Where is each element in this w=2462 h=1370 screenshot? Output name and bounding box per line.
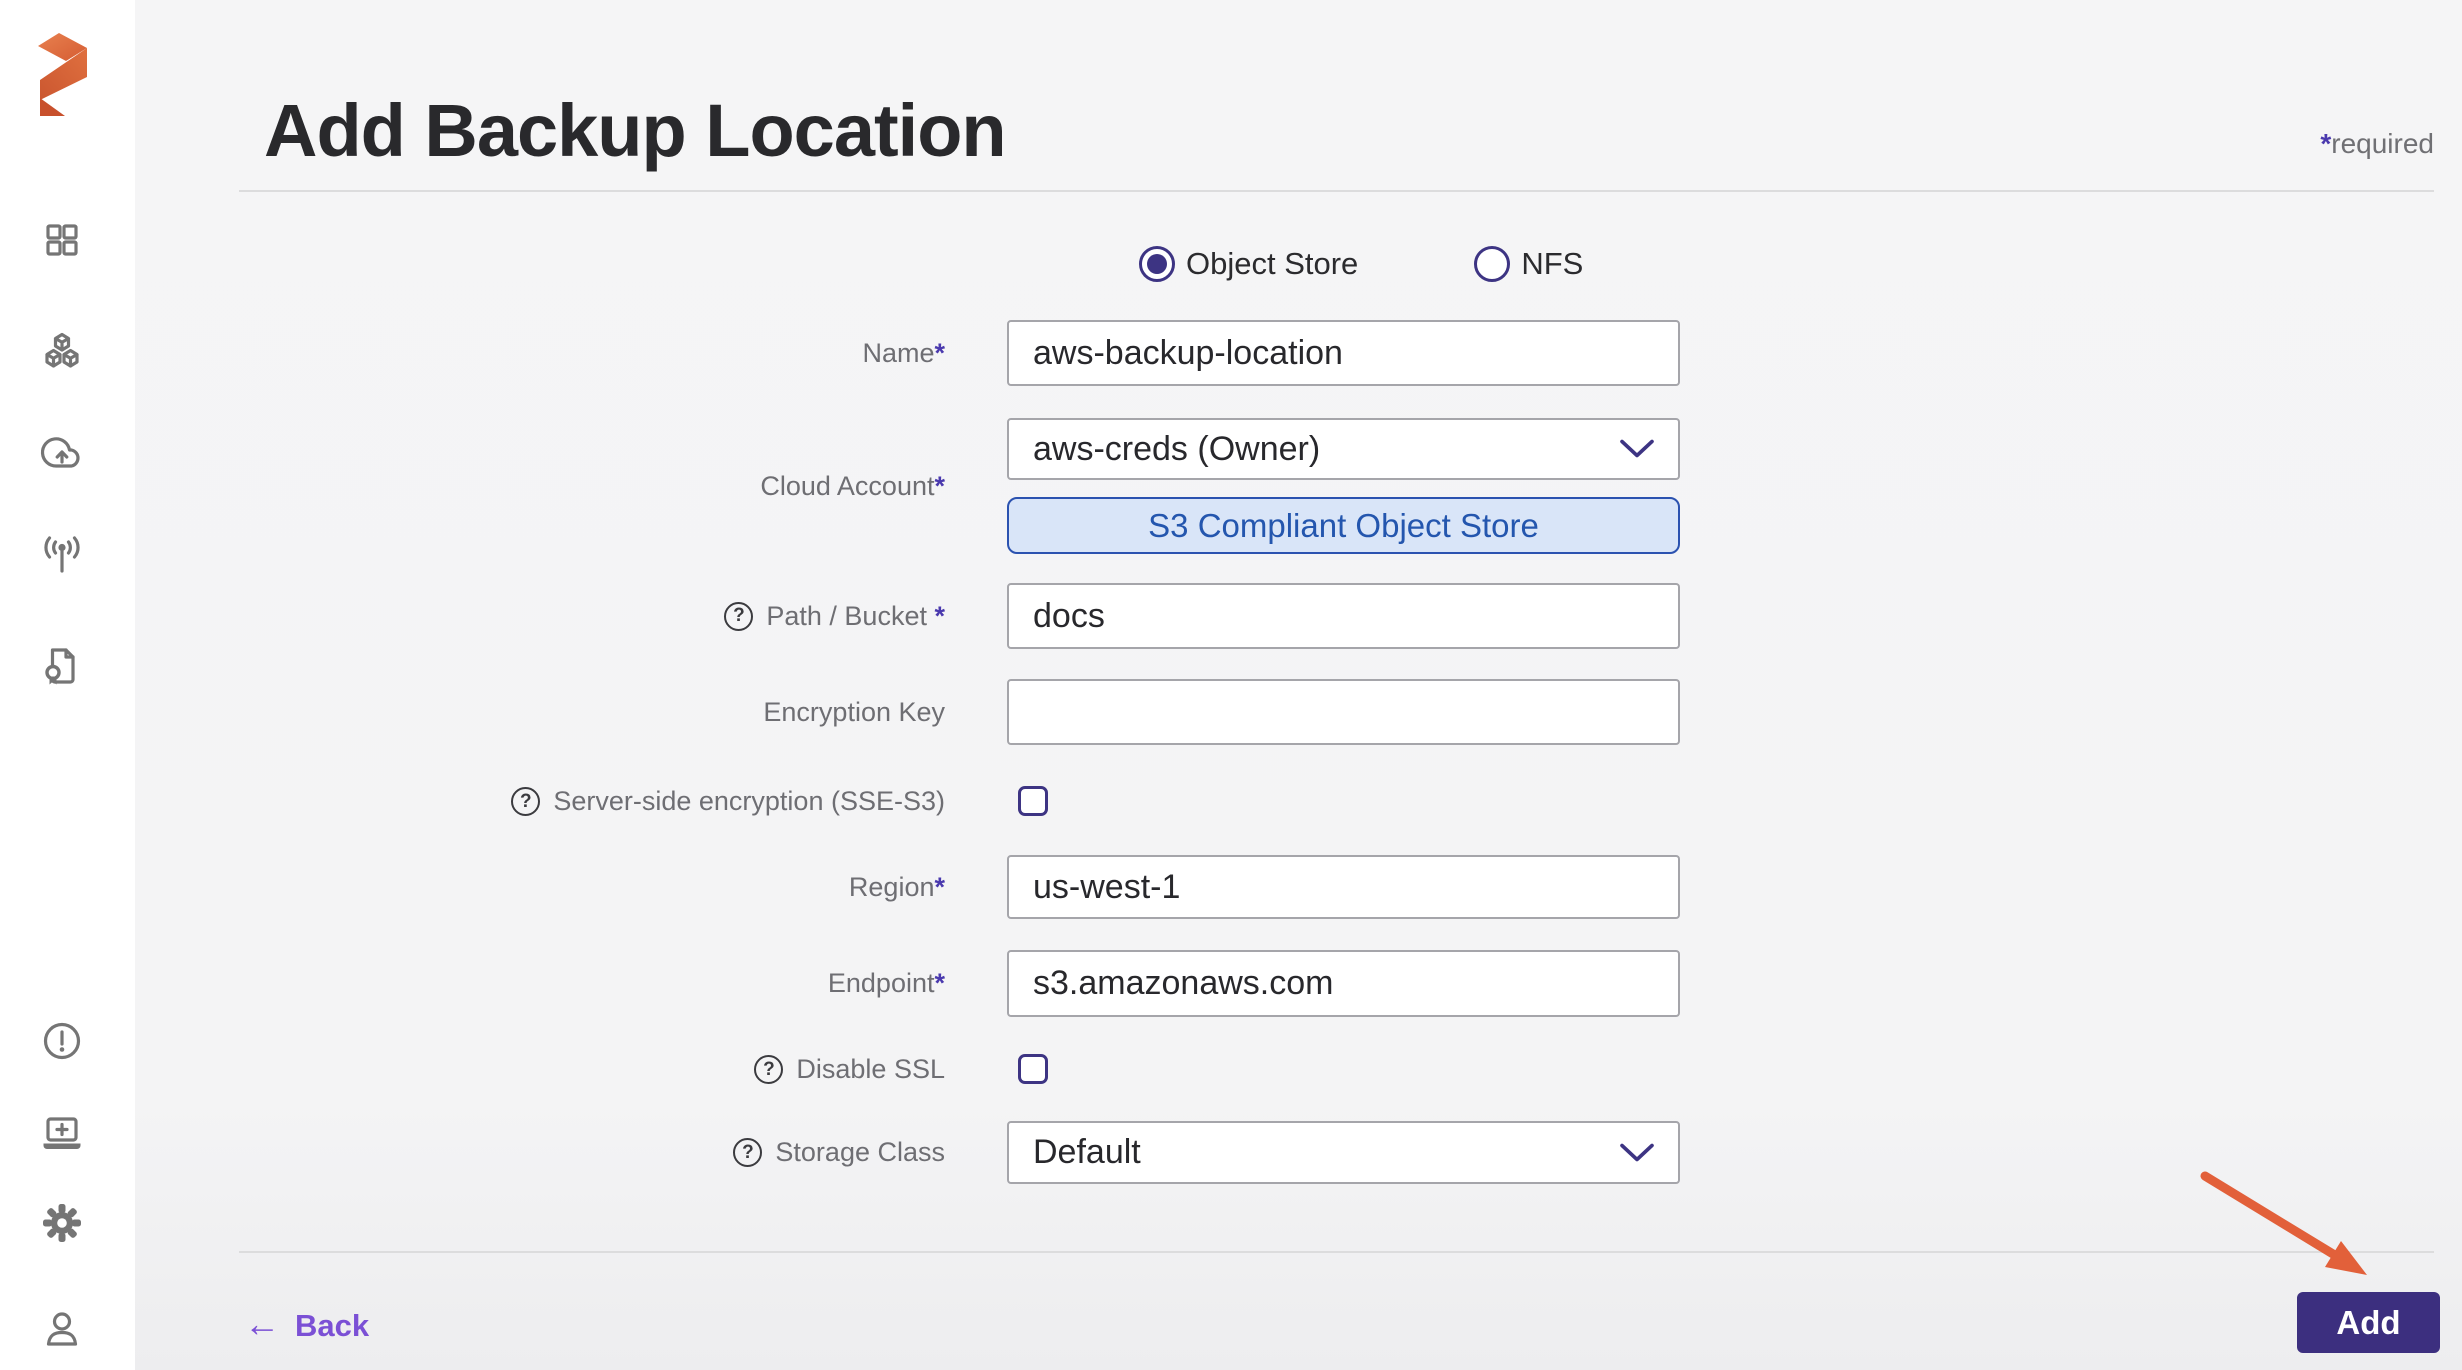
page-title: Add Backup Location <box>264 88 1006 173</box>
s3-compliant-object-store-button[interactable]: S3 Compliant Object Store <box>1007 497 1680 554</box>
nfs-radio[interactable] <box>1474 246 1510 282</box>
chevron-down-icon <box>1620 440 1654 459</box>
endpoint-input[interactable] <box>1007 950 1680 1017</box>
help-icon[interactable]: ? <box>754 1055 783 1084</box>
region-label: Region* <box>0 855 945 919</box>
path-bucket-label: ? Path / Bucket * <box>0 583 945 649</box>
disable-ssl-checkbox[interactable] <box>1018 1054 1048 1084</box>
cloud-account-value: aws-creds (Owner) <box>1033 430 1320 469</box>
location-type-selector: Object Store NFS <box>1139 246 1583 282</box>
path-bucket-input[interactable] <box>1007 583 1680 649</box>
kasten-logo-icon[interactable] <box>38 30 88 116</box>
encryption-key-input[interactable] <box>1007 679 1680 745</box>
add-button[interactable]: Add <box>2297 1292 2440 1353</box>
annotation-arrow-icon <box>2185 1162 2385 1292</box>
required-asterisk: * <box>2320 128 2331 159</box>
nfs-radio-label: NFS <box>1521 246 1583 282</box>
help-icon[interactable]: ? <box>733 1138 762 1167</box>
back-button[interactable]: ← Back <box>244 1308 369 1344</box>
add-backup-location-page: Add Backup Location *required Object Sto… <box>0 0 2462 1370</box>
dashboard-icon[interactable] <box>40 218 84 262</box>
storage-class-label: ? Storage Class <box>0 1121 945 1184</box>
chevron-down-icon <box>1620 1143 1654 1162</box>
header-divider <box>239 190 2434 192</box>
help-icon[interactable]: ? <box>724 602 753 631</box>
encryption-key-label: Encryption Key <box>0 679 945 745</box>
name-label: Name* <box>0 320 945 386</box>
sse-checkbox[interactable] <box>1018 786 1048 816</box>
object-store-radio-label: Object Store <box>1186 246 1358 282</box>
region-input[interactable] <box>1007 855 1680 919</box>
storage-class-value: Default <box>1033 1133 1141 1172</box>
cloud-account-label: Cloud Account* <box>0 418 945 554</box>
sse-label: ? Server-side encryption (SSE-S3) <box>0 786 945 817</box>
back-arrow-icon: ← <box>244 1306 280 1342</box>
cloud-account-dropdown[interactable]: aws-creds (Owner) <box>1007 418 1680 480</box>
user-profile-icon[interactable] <box>40 1307 84 1351</box>
back-label: Back <box>295 1308 369 1344</box>
required-note: *required <box>2320 128 2434 160</box>
help-icon[interactable]: ? <box>511 787 540 816</box>
settings-gear-icon[interactable] <box>40 1201 84 1245</box>
required-word: required <box>2331 128 2434 159</box>
footer-divider <box>239 1251 2434 1253</box>
object-store-radio[interactable] <box>1139 246 1175 282</box>
disable-ssl-label: ? Disable SSL <box>0 1054 945 1085</box>
storage-class-dropdown[interactable]: Default <box>1007 1121 1680 1184</box>
radio-selected-dot <box>1147 254 1167 274</box>
name-input[interactable] <box>1007 320 1680 386</box>
endpoint-label: Endpoint* <box>0 950 945 1017</box>
